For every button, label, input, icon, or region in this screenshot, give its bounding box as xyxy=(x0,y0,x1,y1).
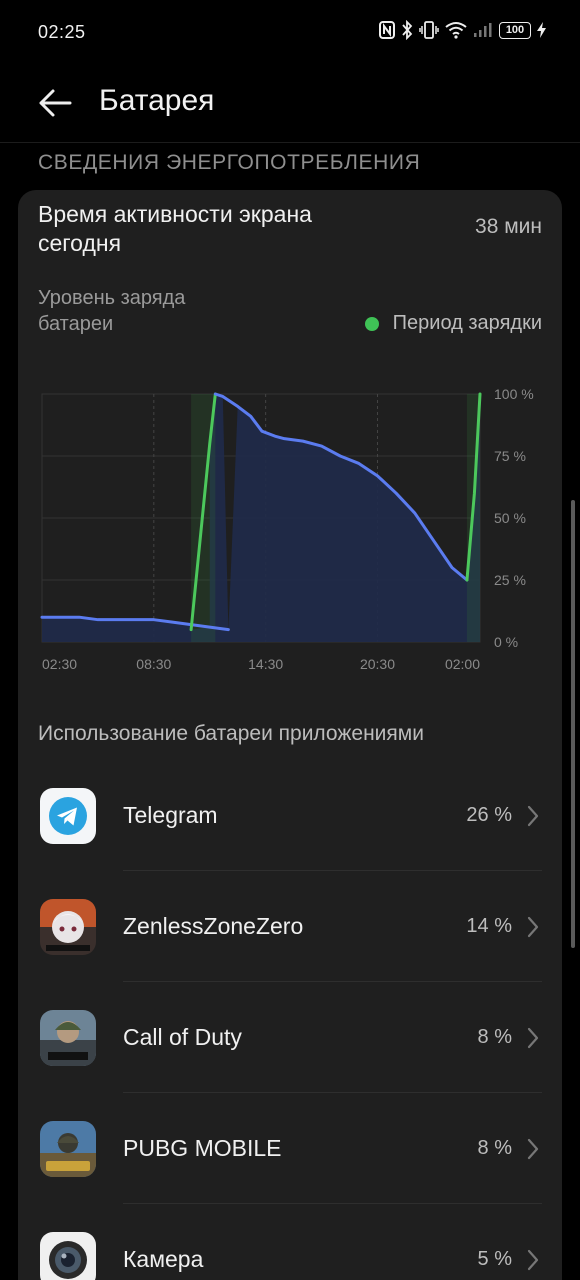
x-tick-label: 02:00 xyxy=(445,656,480,672)
scrollbar[interactable] xyxy=(571,500,575,948)
status-icons: 100 xyxy=(379,20,546,40)
y-tick-label: 0 % xyxy=(494,634,518,650)
battery-level-text: 100 xyxy=(505,23,525,36)
chevron-right-icon xyxy=(527,1249,539,1271)
x-tick-label: 20:30 xyxy=(360,656,395,672)
app-percent: 5 % xyxy=(477,1248,512,1270)
app-row[interactable]: ZenlessZoneZero 14 % xyxy=(18,871,562,982)
app-name: PUBG MOBILE xyxy=(123,1135,282,1161)
chevron-right-icon xyxy=(527,1138,539,1160)
app-row[interactable]: PUBG MOBILE 8 % xyxy=(18,1093,562,1204)
chart-legend: Период зарядки xyxy=(364,312,542,335)
status-time: 02:25 xyxy=(38,22,86,42)
nfc-icon xyxy=(379,21,395,39)
header-divider xyxy=(0,142,580,143)
chevron-right-icon xyxy=(527,916,539,938)
app-percent: 26 % xyxy=(466,804,512,826)
signal-icon xyxy=(474,23,492,37)
zenless-icon xyxy=(40,899,96,955)
pubg-icon xyxy=(40,1121,96,1177)
app-percent: 8 % xyxy=(477,1026,512,1048)
bluetooth-icon xyxy=(402,20,413,40)
app-name: ZenlessZoneZero xyxy=(123,913,304,939)
back-arrow-icon xyxy=(39,89,72,117)
battery-indicator: 100 xyxy=(499,21,531,39)
charging-legend-dot xyxy=(364,316,379,331)
charging-bolt-icon xyxy=(537,22,546,38)
app-name: Call of Duty xyxy=(123,1024,242,1050)
back-button[interactable] xyxy=(30,80,80,126)
camera-icon xyxy=(40,1232,96,1280)
x-tick-label: 02:30 xyxy=(42,656,77,672)
battery-chart[interactable]: 100 % 75 % 50 % 25 % 0 % 02:30 08:30 14:30 20:30… xyxy=(18,370,562,680)
app-row[interactable]: Telegram 26 % xyxy=(18,760,562,871)
chevron-right-icon xyxy=(527,1027,539,1049)
y-tick-label: 75 % xyxy=(494,448,526,464)
chevron-right-icon xyxy=(527,805,539,827)
wifi-icon xyxy=(445,22,467,39)
screen-time-label: Время активности экрана сегодня xyxy=(38,201,312,256)
screen-time-value: 38 мин xyxy=(475,215,542,238)
app-percent: 14 % xyxy=(466,915,512,937)
app-usage-title: Использование батареи приложениями xyxy=(38,722,424,745)
call-of-duty-icon xyxy=(40,1010,96,1066)
section-title: СВЕДЕНИЯ ЭНЕРГОПОТРЕБЛЕНИЯ xyxy=(38,151,421,174)
x-tick-label: 14:30 xyxy=(248,656,283,672)
battery-level-label: Уровень заряда батареи xyxy=(38,287,186,335)
app-bar: Батарея xyxy=(0,66,580,142)
charging-legend-label: Период зарядки xyxy=(392,312,542,334)
y-tick-label: 50 % xyxy=(494,510,526,526)
y-tick-label: 100 % xyxy=(494,386,534,402)
app-row[interactable]: Камера 5 % xyxy=(18,1204,562,1280)
vibrate-icon xyxy=(419,21,439,39)
app-name: Камера xyxy=(123,1246,204,1272)
telegram-icon xyxy=(40,788,96,844)
energy-card: Время активности экрана сегодня 38 мин У… xyxy=(18,190,562,1280)
page-title: Батарея xyxy=(99,84,215,117)
app-row[interactable]: Call of Duty 8 % xyxy=(18,982,562,1093)
app-percent: 8 % xyxy=(477,1137,512,1159)
y-tick-label: 25 % xyxy=(494,572,526,588)
app-name: Telegram xyxy=(123,802,218,828)
x-tick-label: 08:30 xyxy=(136,656,171,672)
status-bar: 02:25 100 xyxy=(0,0,580,66)
